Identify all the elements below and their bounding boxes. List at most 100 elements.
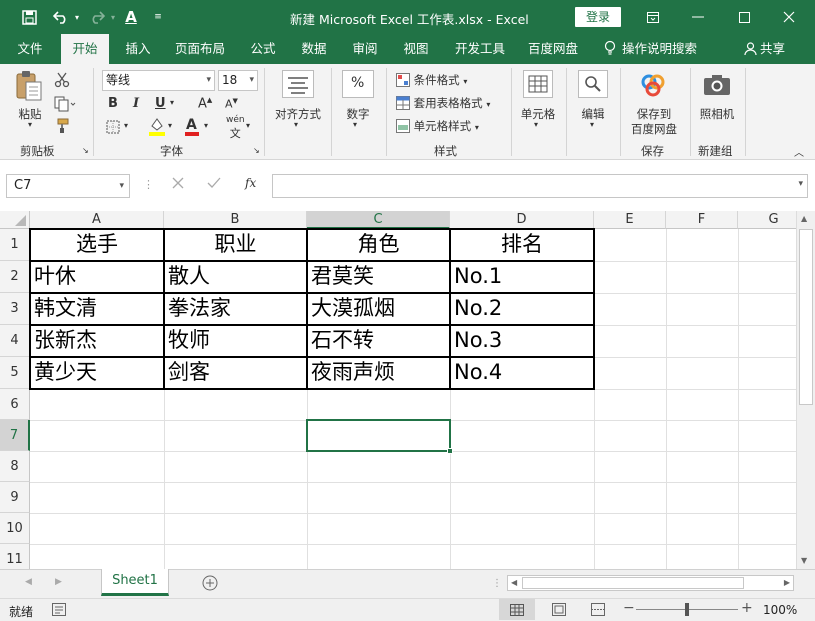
table-cell[interactable]: 韩文清 xyxy=(30,293,97,324)
number-dropdown-icon[interactable]: ▾ xyxy=(353,120,357,129)
shrink-font-button[interactable]: A▼ xyxy=(225,97,238,111)
alignment-dropdown-icon[interactable]: ▾ xyxy=(294,120,298,129)
undo-icon[interactable] xyxy=(50,7,72,27)
help-search[interactable]: 操作说明搜索 xyxy=(604,34,714,64)
vertical-scroll-thumb[interactable] xyxy=(799,229,813,405)
underline-dropdown-icon[interactable]: ▾ xyxy=(170,98,174,107)
add-sheet-icon[interactable] xyxy=(202,575,218,594)
tab-file[interactable]: 文件 xyxy=(8,34,52,64)
undo-dropdown-icon[interactable]: ▾ xyxy=(72,7,82,27)
normal-view-button[interactable] xyxy=(499,599,535,620)
editing-dropdown-icon[interactable]: ▾ xyxy=(590,120,594,129)
borders-icon[interactable] xyxy=(106,120,120,137)
zoom-level[interactable]: 100% xyxy=(763,603,797,617)
borders-dropdown-icon[interactable]: ▾ xyxy=(124,121,128,130)
maximize-icon[interactable] xyxy=(734,7,754,27)
close-icon[interactable] xyxy=(779,7,799,27)
font-color-qa-icon[interactable]: A xyxy=(121,7,141,27)
table-cell[interactable]: 散人 xyxy=(164,261,210,292)
table-cell[interactable]: 张新杰 xyxy=(30,325,97,356)
table-cell[interactable]: 拳法家 xyxy=(164,293,231,324)
font-launcher-icon[interactable]: ↘ xyxy=(253,146,260,155)
table-cell[interactable]: No.2 xyxy=(450,293,502,324)
table-cell[interactable]: 叶休 xyxy=(30,261,76,292)
editing-icon[interactable] xyxy=(578,70,608,101)
horizontal-scrollbar[interactable]: ◀ ▶ xyxy=(507,575,794,591)
save-icon[interactable] xyxy=(18,7,40,27)
ribbon-display-options-icon[interactable] xyxy=(643,7,663,27)
tab-baidu-netdisk[interactable]: 百度网盘 xyxy=(521,34,585,64)
format-painter-icon[interactable] xyxy=(54,118,70,137)
camera-icon[interactable] xyxy=(703,74,731,99)
fill-color-icon[interactable] xyxy=(148,116,166,139)
table-header-cell[interactable]: 职业 xyxy=(164,229,307,260)
font-color-dropdown-icon[interactable]: ▾ xyxy=(204,121,208,130)
zoom-in-button[interactable]: + xyxy=(741,600,753,616)
table-cell[interactable]: 石不转 xyxy=(307,325,374,356)
customize-qa-icon[interactable]: ≡ xyxy=(151,7,165,27)
tab-data[interactable]: 数据 xyxy=(292,34,336,64)
number-label[interactable]: 数字 xyxy=(340,106,376,122)
font-name-combo[interactable]: 等线 ▾ xyxy=(102,70,215,91)
share-button[interactable]: 共享 xyxy=(744,34,794,64)
login-button[interactable]: 登录 xyxy=(575,7,621,27)
table-cell[interactable]: 君莫笑 xyxy=(307,261,374,292)
page-layout-view-icon[interactable] xyxy=(552,603,566,619)
format-as-table-button[interactable]: 套用表格格式 ▾ xyxy=(396,95,490,111)
table-cell[interactable]: 夜雨声烦 xyxy=(307,357,395,388)
macro-record-icon[interactable] xyxy=(52,603,66,619)
cancel-icon[interactable] xyxy=(172,177,184,192)
clipboard-launcher-icon[interactable]: ↘ xyxy=(82,146,89,155)
enter-icon[interactable] xyxy=(207,177,221,192)
font-size-combo[interactable]: 18 ▾ xyxy=(218,70,258,91)
grow-font-button[interactable]: A▲ xyxy=(198,96,212,111)
table-cell[interactable]: 牧师 xyxy=(164,325,210,356)
save-to-baidu-label-1[interactable]: 保存到 xyxy=(628,106,680,122)
page-break-view-icon[interactable] xyxy=(591,603,605,619)
number-format-icon[interactable]: % xyxy=(342,70,374,101)
baidu-netdisk-icon[interactable] xyxy=(640,72,666,101)
table-cell[interactable]: 剑客 xyxy=(164,357,210,388)
zoom-slider-thumb[interactable] xyxy=(685,603,689,616)
insert-function-button[interactable]: fx xyxy=(245,176,256,190)
table-cell[interactable]: 大漠孤烟 xyxy=(307,293,395,324)
sheet-tab[interactable]: Sheet1 xyxy=(101,569,169,596)
table-cell[interactable]: No.4 xyxy=(450,357,502,388)
cells-dropdown-icon[interactable]: ▾ xyxy=(534,120,538,129)
scroll-up-icon[interactable]: ▲ xyxy=(801,214,807,223)
worksheet-grid[interactable]: A B C D E F G 1 2 3 4 5 6 7 8 9 10 11 选手… xyxy=(0,211,796,569)
cell-styles-button[interactable]: 单元格样式 ▾ xyxy=(396,118,479,134)
alignment-icon[interactable] xyxy=(282,70,314,101)
table-header-cell[interactable]: 选手 xyxy=(30,229,164,260)
tab-formulas[interactable]: 公式 xyxy=(241,34,285,64)
cells-icon[interactable] xyxy=(523,70,553,101)
underline-button[interactable]: U xyxy=(155,96,166,111)
save-to-baidu-label-2[interactable]: 百度网盘 xyxy=(628,121,680,137)
bold-button[interactable]: B xyxy=(108,96,118,111)
phonetic-guide-button[interactable]: wén 文 xyxy=(226,115,245,141)
next-sheet-icon[interactable]: ▶ xyxy=(55,577,62,587)
fill-color-dropdown-icon[interactable]: ▾ xyxy=(168,121,172,130)
tab-developer[interactable]: 开发工具 xyxy=(448,34,512,64)
camera-label[interactable]: 照相机 xyxy=(696,106,738,122)
vertical-scrollbar[interactable]: ▲ ▼ xyxy=(796,211,815,569)
table-cell[interactable]: No.3 xyxy=(450,325,502,356)
table-cell[interactable]: 黄少天 xyxy=(30,357,97,388)
fill-handle[interactable] xyxy=(447,448,453,454)
scroll-right-icon[interactable]: ▶ xyxy=(784,578,790,587)
conditional-formatting-button[interactable]: 条件格式 ▾ xyxy=(396,72,467,88)
copy-icon[interactable] xyxy=(54,96,76,115)
selected-cell[interactable] xyxy=(306,419,453,454)
tab-review[interactable]: 审阅 xyxy=(343,34,387,64)
collapse-ribbon-icon[interactable]: ︿ xyxy=(794,144,804,159)
table-cell[interactable]: No.1 xyxy=(450,261,502,292)
paste-dropdown-icon[interactable]: ▾ xyxy=(25,120,35,129)
tab-home[interactable]: 开始 xyxy=(61,34,109,64)
expand-formula-icon[interactable]: ▾ xyxy=(798,179,803,189)
tab-insert[interactable]: 插入 xyxy=(116,34,160,64)
tab-page-layout[interactable]: 页面布局 xyxy=(168,34,232,64)
font-color-icon[interactable]: A xyxy=(184,116,200,139)
cut-icon[interactable] xyxy=(54,72,70,91)
phonetic-dropdown-icon[interactable]: ▾ xyxy=(246,121,250,130)
scroll-down-icon[interactable]: ▼ xyxy=(801,556,807,565)
